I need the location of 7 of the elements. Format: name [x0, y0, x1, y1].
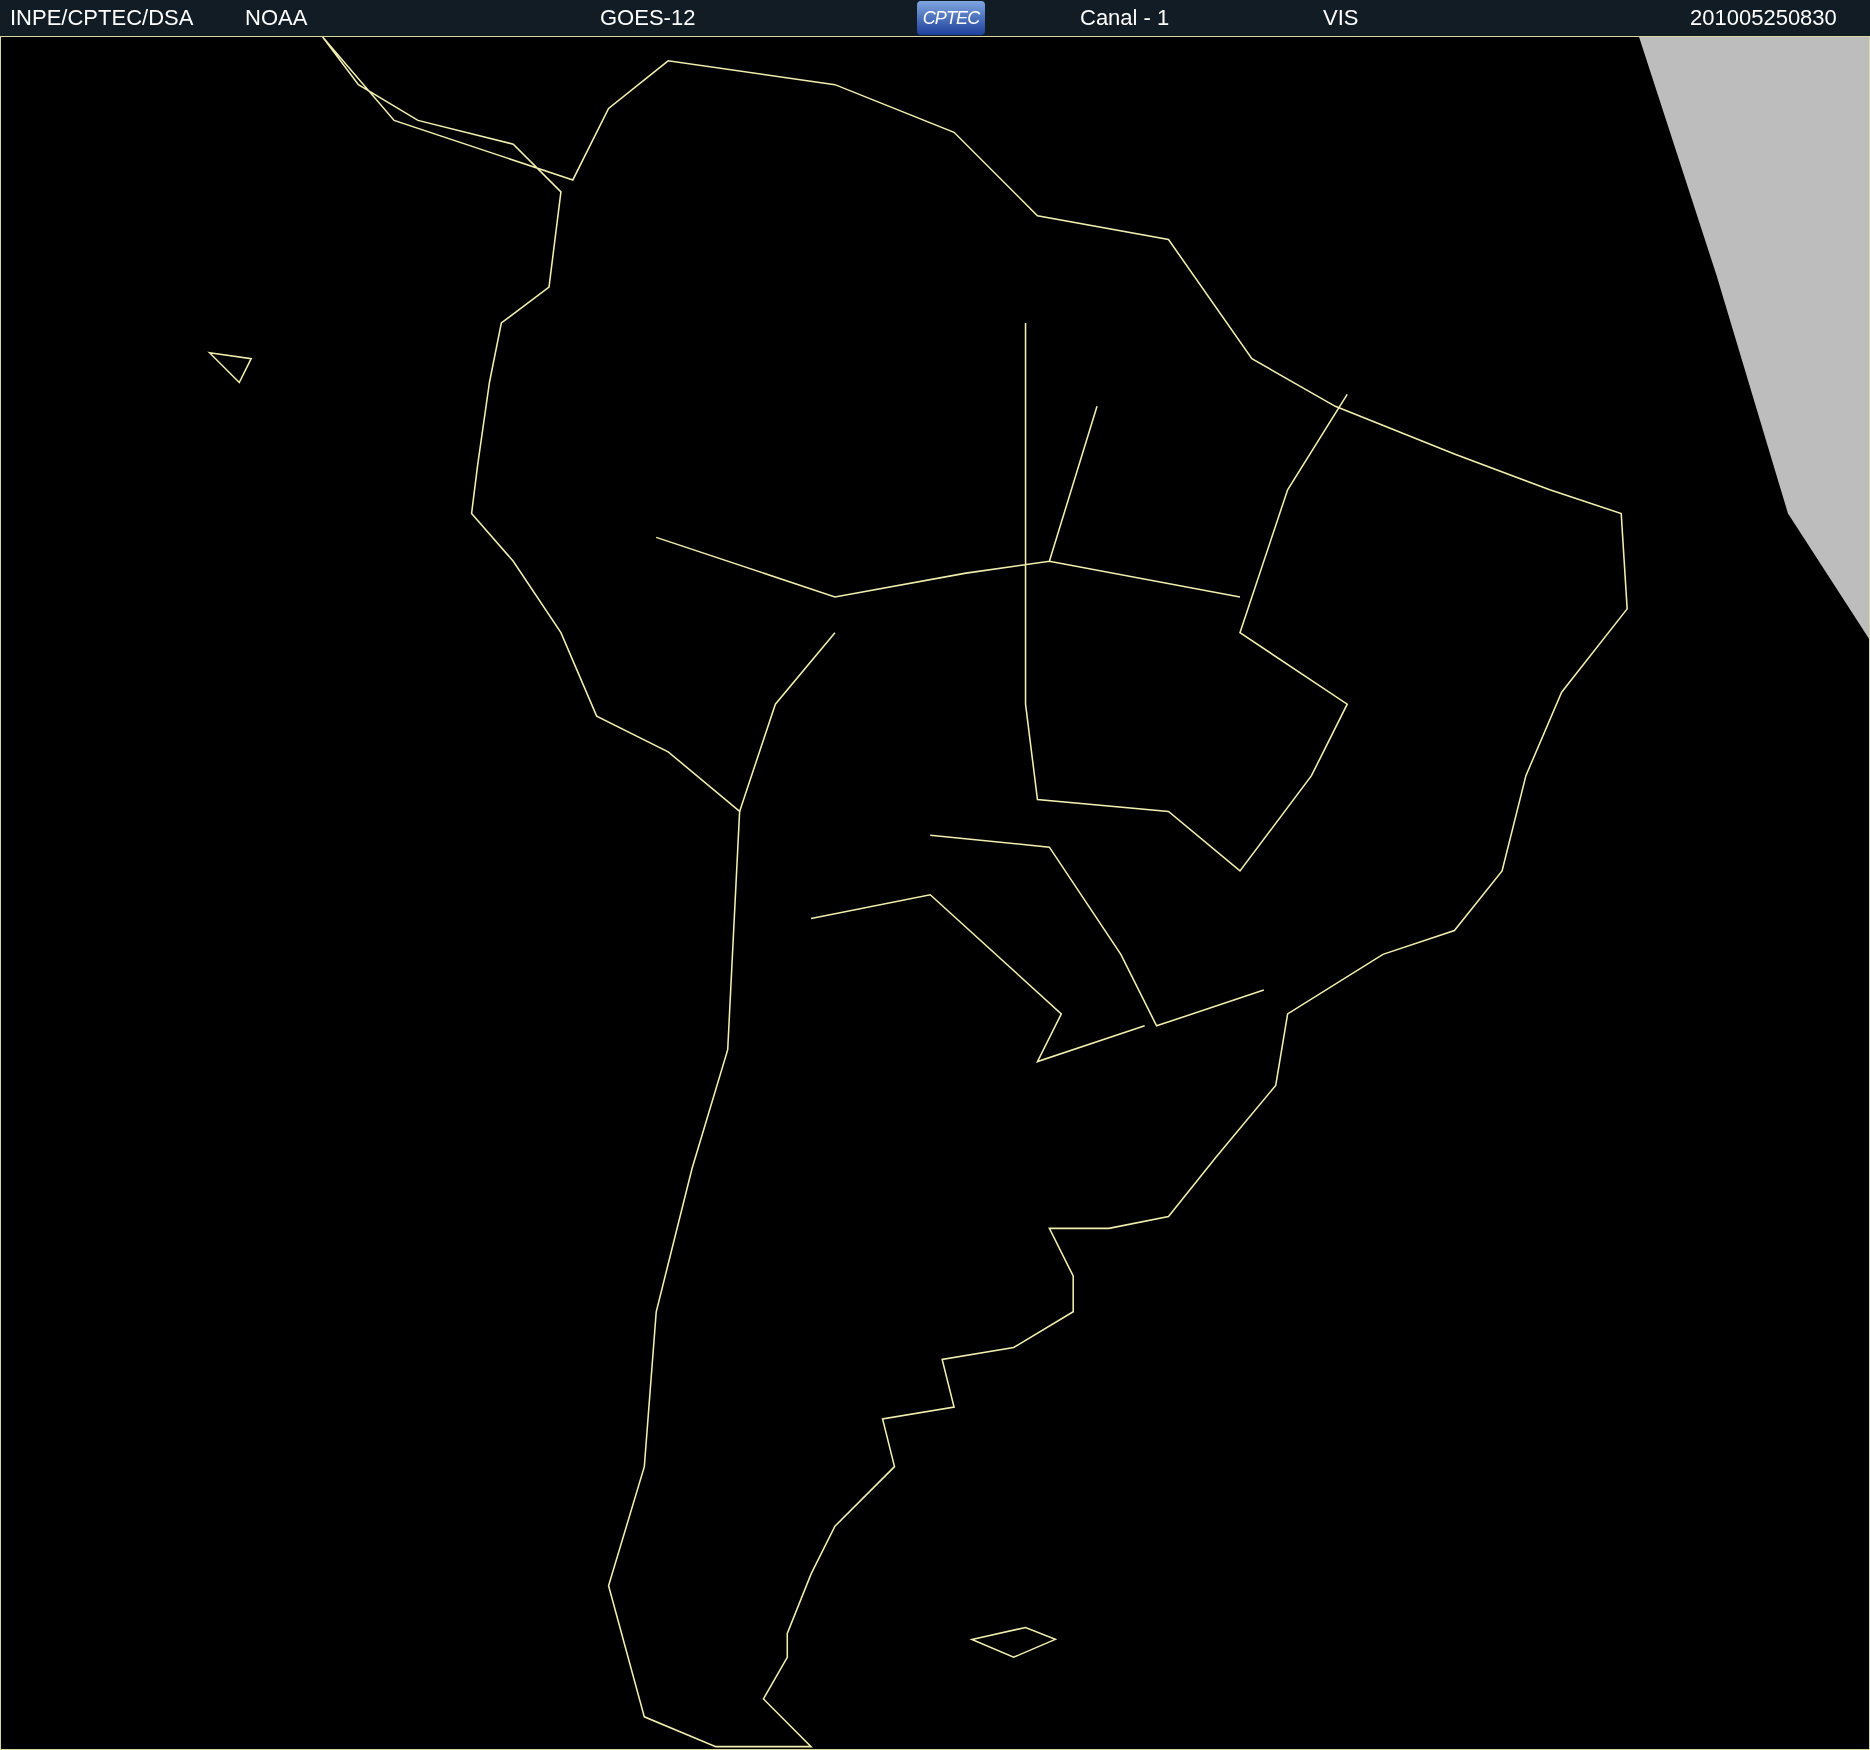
header-label: VIS [1323, 7, 1359, 29]
header-label: Canal - 1 [1080, 7, 1170, 29]
header-label: NOAA [245, 7, 308, 29]
header-label: GOES-12 [600, 7, 696, 29]
header-label: 201005250830 [1690, 7, 1837, 29]
header-label: INPE/CPTEC/DSA [10, 7, 194, 29]
logo: CPTEC [917, 1, 985, 35]
